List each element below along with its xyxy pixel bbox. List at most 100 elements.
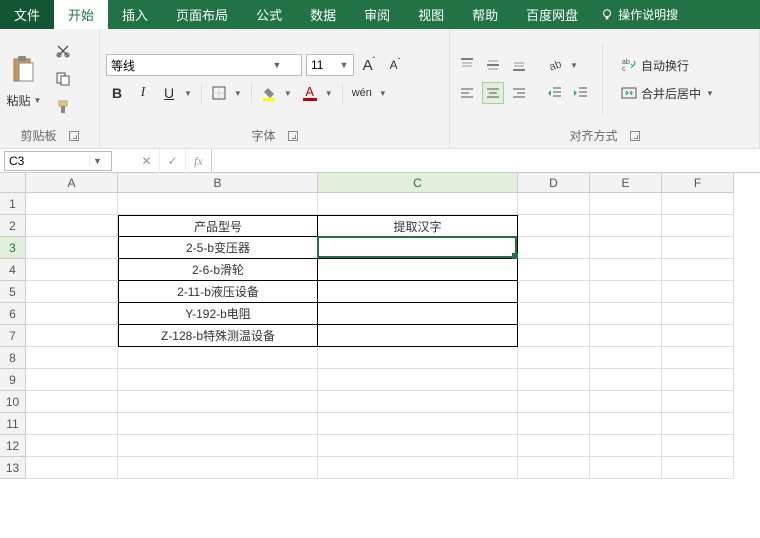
column-header-B[interactable]: B (118, 173, 318, 193)
cell-E3[interactable] (590, 237, 662, 259)
wrap-text-button[interactable]: abc 自动换行 (617, 54, 718, 76)
copy-button[interactable] (52, 68, 74, 90)
cell-D5[interactable] (518, 281, 590, 303)
cell-B12[interactable] (118, 435, 318, 457)
cell-B3[interactable]: 2-5-b变压器 (118, 237, 318, 259)
tab-data[interactable]: 数据 (296, 0, 350, 29)
cell-F3[interactable] (662, 237, 734, 259)
row-header-10[interactable]: 10 (0, 391, 26, 413)
cell-B8[interactable] (118, 347, 318, 369)
cell-D8[interactable] (518, 347, 590, 369)
cell-F9[interactable] (662, 369, 734, 391)
cell-E8[interactable] (590, 347, 662, 369)
fill-color-button[interactable] (258, 82, 280, 104)
cell-C12[interactable] (318, 435, 518, 457)
cell-F4[interactable] (662, 259, 734, 281)
cell-A3[interactable] (26, 237, 118, 259)
cell-A6[interactable] (26, 303, 118, 325)
cell-E1[interactable] (590, 193, 662, 215)
cell-E10[interactable] (590, 391, 662, 413)
align-right-button[interactable] (508, 82, 530, 104)
font-name-input[interactable] (107, 55, 270, 75)
cell-B4[interactable]: 2-6-b滑轮 (118, 259, 318, 281)
cell-F1[interactable] (662, 193, 734, 215)
tab-view[interactable]: 视图 (404, 0, 458, 29)
font-color-dropdown[interactable]: ▼ (321, 82, 336, 104)
font-name-combo[interactable]: ▼ (106, 54, 302, 76)
chevron-down-icon[interactable]: ▼ (337, 60, 351, 70)
cell-D1[interactable] (518, 193, 590, 215)
decrease-font-button[interactable]: Aˇ (384, 54, 406, 76)
cell-C2[interactable]: 提取汉字 (318, 215, 518, 237)
cell-B1[interactable] (118, 193, 318, 215)
cell-D13[interactable] (518, 457, 590, 479)
cell-B11[interactable] (118, 413, 318, 435)
underline-button[interactable]: U (158, 82, 180, 104)
cell-F6[interactable] (662, 303, 734, 325)
tab-baidu-netdisk[interactable]: 百度网盘 (512, 0, 592, 29)
cell-E5[interactable] (590, 281, 662, 303)
align-bottom-button[interactable] (508, 54, 530, 76)
alignment-dialog-launcher[interactable] (630, 131, 640, 141)
cell-C9[interactable] (318, 369, 518, 391)
row-header-2[interactable]: 2 (0, 215, 26, 237)
cell-F11[interactable] (662, 413, 734, 435)
phonetic-dropdown[interactable]: ▼ (375, 82, 390, 104)
cell-A5[interactable] (26, 281, 118, 303)
clipboard-dialog-launcher[interactable] (69, 131, 79, 141)
cell-E11[interactable] (590, 413, 662, 435)
cell-D3[interactable] (518, 237, 590, 259)
tab-insert[interactable]: 插入 (108, 0, 162, 29)
cell-A12[interactable] (26, 435, 118, 457)
cell-B9[interactable] (118, 369, 318, 391)
cell-A10[interactable] (26, 391, 118, 413)
enter-formula-button[interactable]: ✓ (160, 149, 186, 173)
decrease-indent-button[interactable] (544, 82, 566, 104)
cell-D4[interactable] (518, 259, 590, 281)
tab-home[interactable]: 开始 (54, 0, 108, 29)
italic-button[interactable]: I (132, 82, 154, 104)
format-painter-button[interactable] (52, 96, 74, 118)
row-header-7[interactable]: 7 (0, 325, 26, 347)
increase-indent-button[interactable] (570, 82, 592, 104)
row-header-3[interactable]: 3 (0, 237, 26, 259)
insert-function-button[interactable]: fx (186, 149, 212, 173)
merge-center-button[interactable]: 合并后居中 ▼ (617, 82, 718, 104)
cell-C3[interactable] (318, 237, 518, 259)
cell-D9[interactable] (518, 369, 590, 391)
font-size-combo[interactable]: ▼ (306, 54, 354, 76)
cell-B2[interactable]: 产品型号 (118, 215, 318, 237)
cell-F7[interactable] (662, 325, 734, 347)
cell-D10[interactable] (518, 391, 590, 413)
column-header-E[interactable]: E (590, 173, 662, 193)
borders-dropdown[interactable]: ▼ (230, 82, 245, 104)
borders-button[interactable] (208, 82, 230, 104)
row-header-9[interactable]: 9 (0, 369, 26, 391)
name-box-input[interactable] (5, 154, 89, 168)
cell-C1[interactable] (318, 193, 518, 215)
row-header-11[interactable]: 11 (0, 413, 26, 435)
cell-A13[interactable] (26, 457, 118, 479)
fill-color-dropdown[interactable]: ▼ (280, 82, 295, 104)
tell-me-search[interactable]: 操作说明搜 (592, 0, 686, 29)
cell-C7[interactable] (318, 325, 518, 347)
tab-page-layout[interactable]: 页面布局 (162, 0, 242, 29)
cell-F5[interactable] (662, 281, 734, 303)
orientation-button[interactable]: ab (544, 54, 566, 76)
align-left-button[interactable] (456, 82, 478, 104)
cut-button[interactable] (52, 40, 74, 62)
cell-E13[interactable] (590, 457, 662, 479)
cell-F13[interactable] (662, 457, 734, 479)
row-header-8[interactable]: 8 (0, 347, 26, 369)
tab-file[interactable]: 文件 (0, 0, 54, 29)
select-all-corner[interactable] (0, 173, 26, 193)
tab-review[interactable]: 审阅 (350, 0, 404, 29)
cell-A1[interactable] (26, 193, 118, 215)
cell-D6[interactable] (518, 303, 590, 325)
cell-B13[interactable] (118, 457, 318, 479)
column-header-F[interactable]: F (662, 173, 734, 193)
cell-A9[interactable] (26, 369, 118, 391)
cell-C13[interactable] (318, 457, 518, 479)
worksheet[interactable]: ABCDEF 12345678910111213 产品型号提取汉字2-5-b变压… (0, 173, 760, 538)
cell-B7[interactable]: Z-128-b特殊测温设备 (118, 325, 318, 347)
